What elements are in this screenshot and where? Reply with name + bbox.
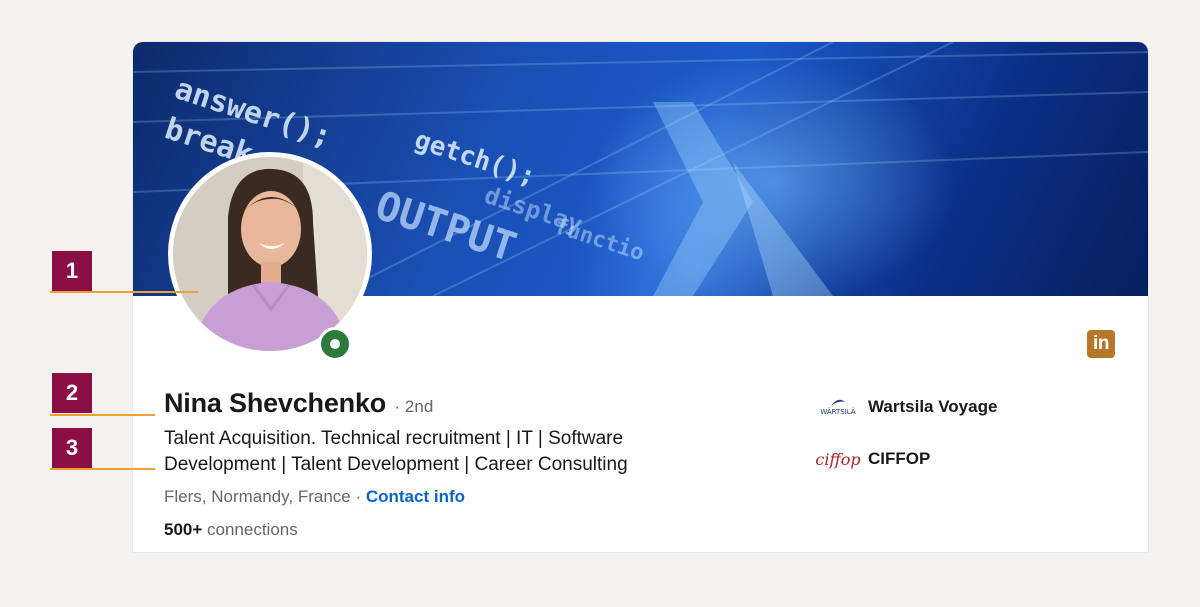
annotation-leader-line <box>50 468 155 470</box>
wartsila-logo-icon: WÄRTSILÄ <box>816 394 860 420</box>
avatar-portrait <box>173 157 367 351</box>
linkedin-logo-icon[interactable]: in <box>1087 330 1115 358</box>
company-item-wartsila[interactable]: WÄRTSILÄ Wartsila Voyage <box>816 394 997 420</box>
wartsila-swoosh-icon <box>831 399 845 406</box>
banner-code-text: getch(); <box>411 125 539 192</box>
connections-number: 500+ <box>164 520 203 539</box>
wartsila-logo-text: WÄRTSILÄ <box>820 408 856 416</box>
company-name: CIFFOP <box>868 449 931 468</box>
profile-name-row: Nina Shevchenko · 2nd <box>164 388 433 419</box>
company-name: Wartsila Voyage <box>868 397 998 416</box>
contact-info-link[interactable]: Contact info <box>366 487 465 506</box>
profile-location: Flers, Normandy, France · <box>164 487 366 506</box>
annotation-leader-line <box>50 414 155 416</box>
annotation-leader-line <box>50 291 198 293</box>
location-row: Flers, Normandy, France · Contact info <box>164 487 465 507</box>
open-to-work-status-icon <box>318 327 352 361</box>
connections-label: connections <box>202 520 298 539</box>
connection-degree: · 2nd <box>394 397 434 416</box>
annotation-badge-3: 3 <box>52 428 92 468</box>
annotation-badge-2: 2 <box>52 373 92 413</box>
profile-name: Nina Shevchenko <box>164 388 387 418</box>
annotation-badge-1: 1 <box>52 251 92 291</box>
company-item-ciffop[interactable]: ciffop CIFFOP <box>815 446 931 472</box>
profile-avatar[interactable] <box>168 152 372 356</box>
connections-count[interactable]: 500+ connections <box>164 520 298 540</box>
profile-headline: Talent Acquisition. Technical recruitmen… <box>164 428 628 475</box>
banner-code-text: functio <box>551 214 647 266</box>
ciffop-logo-icon: ciffop <box>815 449 861 469</box>
